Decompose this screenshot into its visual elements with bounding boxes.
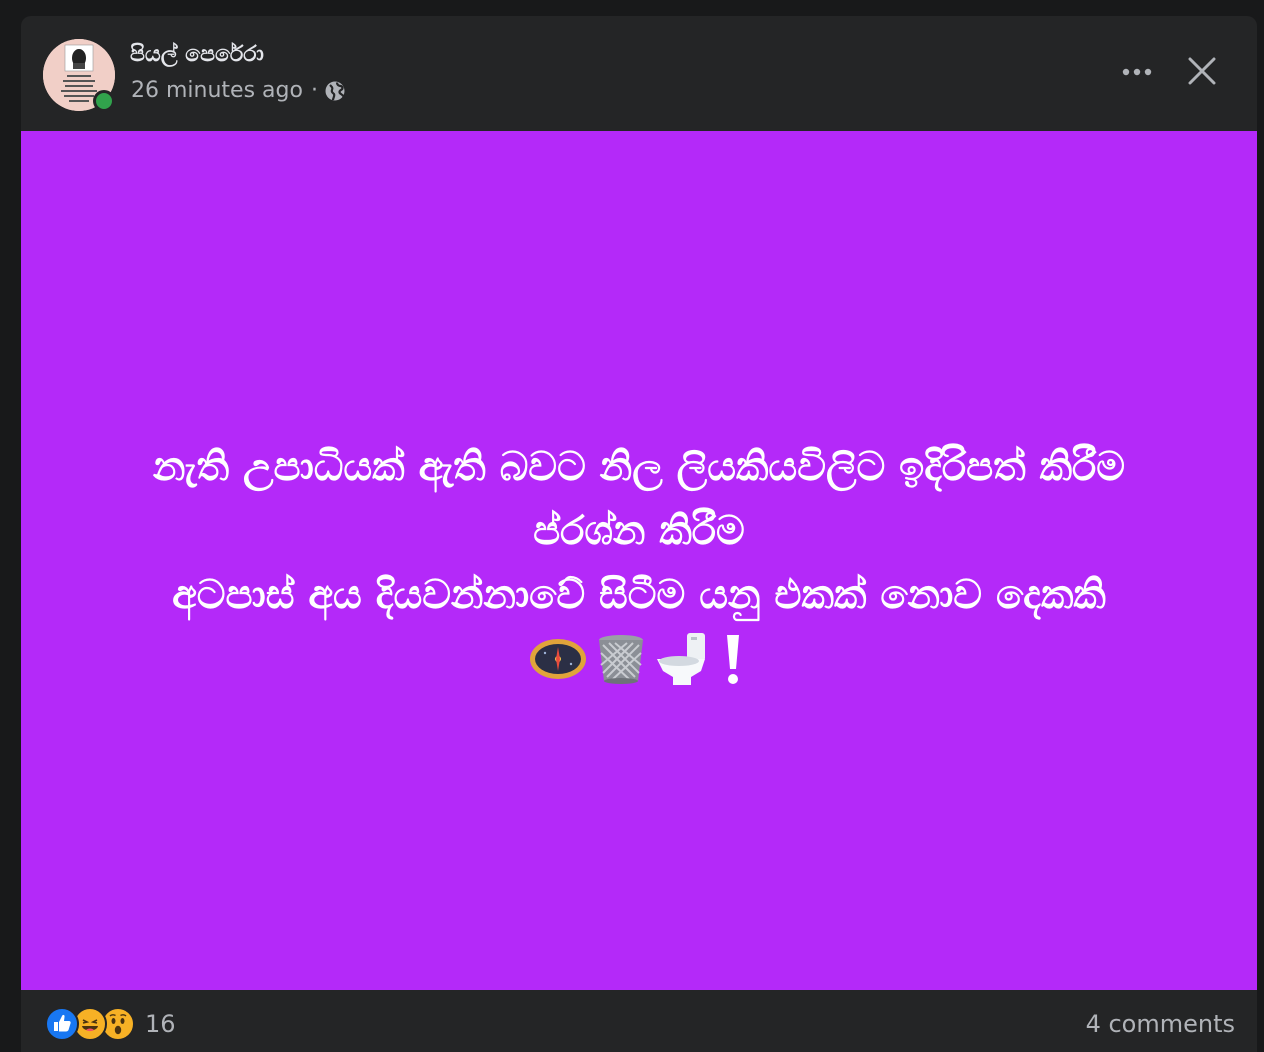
toilet-emoji xyxy=(657,632,705,685)
post-dialog: පියල් පෙරේරා 26 minutes ago · නැති උපාධි… xyxy=(21,16,1257,1052)
post-footer: 16 4 comments xyxy=(21,990,1257,1052)
more-dots-icon xyxy=(1122,68,1152,76)
post-text: නැති උපාධියක් ඇති බවට නිල ලියකියවිලිට ඉද… xyxy=(153,435,1125,627)
wastebasket-emoji xyxy=(599,634,643,684)
exclamation-emoji xyxy=(727,634,739,684)
post-text-line: නැති උපාධියක් ඇති බවට නිල ලියකියවිලිට ඉද… xyxy=(152,443,1126,490)
post-meta: 26 minutes ago · xyxy=(131,78,346,103)
reaction-count[interactable]: 16 xyxy=(145,1010,176,1038)
close-button[interactable] xyxy=(1181,50,1223,92)
post-header: පියල් පෙරේරා 26 minutes ago · xyxy=(21,16,1257,131)
comments-count-link[interactable]: 4 comments xyxy=(1086,1010,1235,1038)
emoji-row xyxy=(529,631,749,687)
compass-emoji xyxy=(530,638,586,679)
reaction-summary[interactable]: 16 xyxy=(45,1007,176,1041)
post-background: නැති උපාධියක් ඇති බවට නිල ලියකියවිලිට ඉද… xyxy=(21,131,1257,990)
globe-icon xyxy=(324,80,346,102)
author-name[interactable]: පියල් පෙරේරා xyxy=(130,42,264,67)
post-text-line: ප්රශ්න කිරීම xyxy=(533,507,745,554)
like-reaction-icon xyxy=(45,1007,79,1041)
post-timestamp[interactable]: 26 minutes ago xyxy=(131,78,303,103)
close-icon xyxy=(1188,57,1216,85)
more-options-button[interactable] xyxy=(1115,54,1159,90)
online-status-dot xyxy=(93,90,115,112)
post-text-line: අටපාස් අය දියවන්නාවේ සිටීම යනු එකක් නොව … xyxy=(172,571,1106,618)
meta-separator: · xyxy=(310,78,318,103)
